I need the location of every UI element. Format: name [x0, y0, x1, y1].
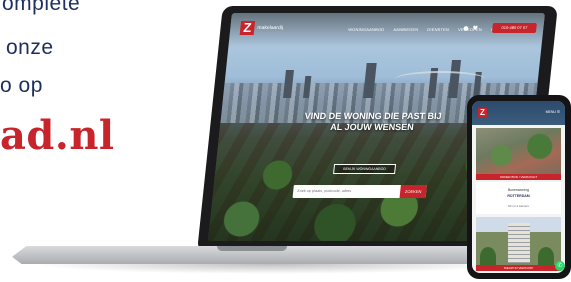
promo-line-3: o op	[0, 74, 43, 97]
site-logo[interactable]: Z makelaardij	[239, 20, 284, 35]
listing-city: ROTTERDAM	[507, 194, 530, 198]
phone-header: Z MENU ☰	[472, 101, 565, 125]
apartment-tower-image	[508, 223, 530, 263]
search-button[interactable]: ZOEKEN	[399, 185, 427, 198]
listing-type: Bovenwoning	[507, 188, 529, 192]
logo-wordmark: makelaardij	[257, 24, 284, 31]
phone-menu-button[interactable]: MENU ☰	[546, 110, 560, 114]
laptop-base	[12, 246, 490, 264]
browse-listings-button[interactable]: BEKIJK WONINGAANBOD	[333, 164, 397, 174]
menu-item-woningaanbod[interactable]: WONINGAANBOD	[348, 27, 385, 32]
laptop-notch	[217, 246, 287, 251]
header-icons: ● ♥	[463, 25, 478, 32]
menu-item-diensten[interactable]: DIENSTEN	[427, 27, 449, 32]
user-icon[interactable]: ●	[463, 25, 469, 32]
search-bar: Zoek op plaats, postcode, adres ZOEKEN	[292, 185, 427, 198]
listing-meta: 60 m² 2 kamers	[508, 204, 529, 208]
logo-mark: Z	[239, 20, 256, 35]
listing-status-badge: ONDER BOD / VERKOCHT	[476, 174, 561, 180]
tree-image	[480, 247, 496, 267]
hero-title: VIND DE WONING DIE PAST BIJ AL JOUW WENS…	[304, 111, 443, 132]
phone-logo[interactable]: Z	[478, 108, 487, 117]
phone-device: Z MENU ☰ ONDER BOD / VERKOCHT Bovenwonin…	[467, 95, 571, 279]
promo-line-2: onze	[6, 36, 54, 59]
phone-screen: Z MENU ☰ ONDER BOD / VERKOCHT Bovenwonin…	[472, 101, 565, 273]
menu-item-aanbieden[interactable]: AANBIEDEN	[393, 27, 418, 32]
main-menu: WONINGAANBOD AANBIEDEN DIENSTEN VERKOPEN…	[348, 27, 512, 32]
promo-domain: ad.nl	[0, 112, 115, 159]
promo-text-block: omplete onze o op ad.nl	[0, 0, 200, 282]
erasmus-bridge	[394, 71, 486, 87]
listing-photo[interactable]	[476, 128, 561, 174]
tree-image	[538, 247, 554, 267]
search-input[interactable]: Zoek op plaats, postcode, adres	[297, 185, 352, 198]
call-button[interactable]: 010-480 07 07	[491, 23, 537, 33]
whatsapp-icon[interactable]: ✆	[555, 261, 565, 271]
heart-icon[interactable]: ♥	[472, 25, 478, 32]
listing-card[interactable]: Bovenwoning ROTTERDAM 60 m² 2 kamers	[476, 182, 561, 214]
phone-logo-mark: Z	[478, 108, 487, 117]
site-header: Z makelaardij WONINGAANBOD AANBIEDEN DIE…	[228, 13, 545, 47]
promo-line-1: omplete	[2, 0, 81, 15]
skyline-towers	[223, 53, 541, 98]
listing-photo-2[interactable]	[476, 217, 561, 267]
listing-new-badge: NIEUW IN VERKOOP	[476, 265, 561, 271]
